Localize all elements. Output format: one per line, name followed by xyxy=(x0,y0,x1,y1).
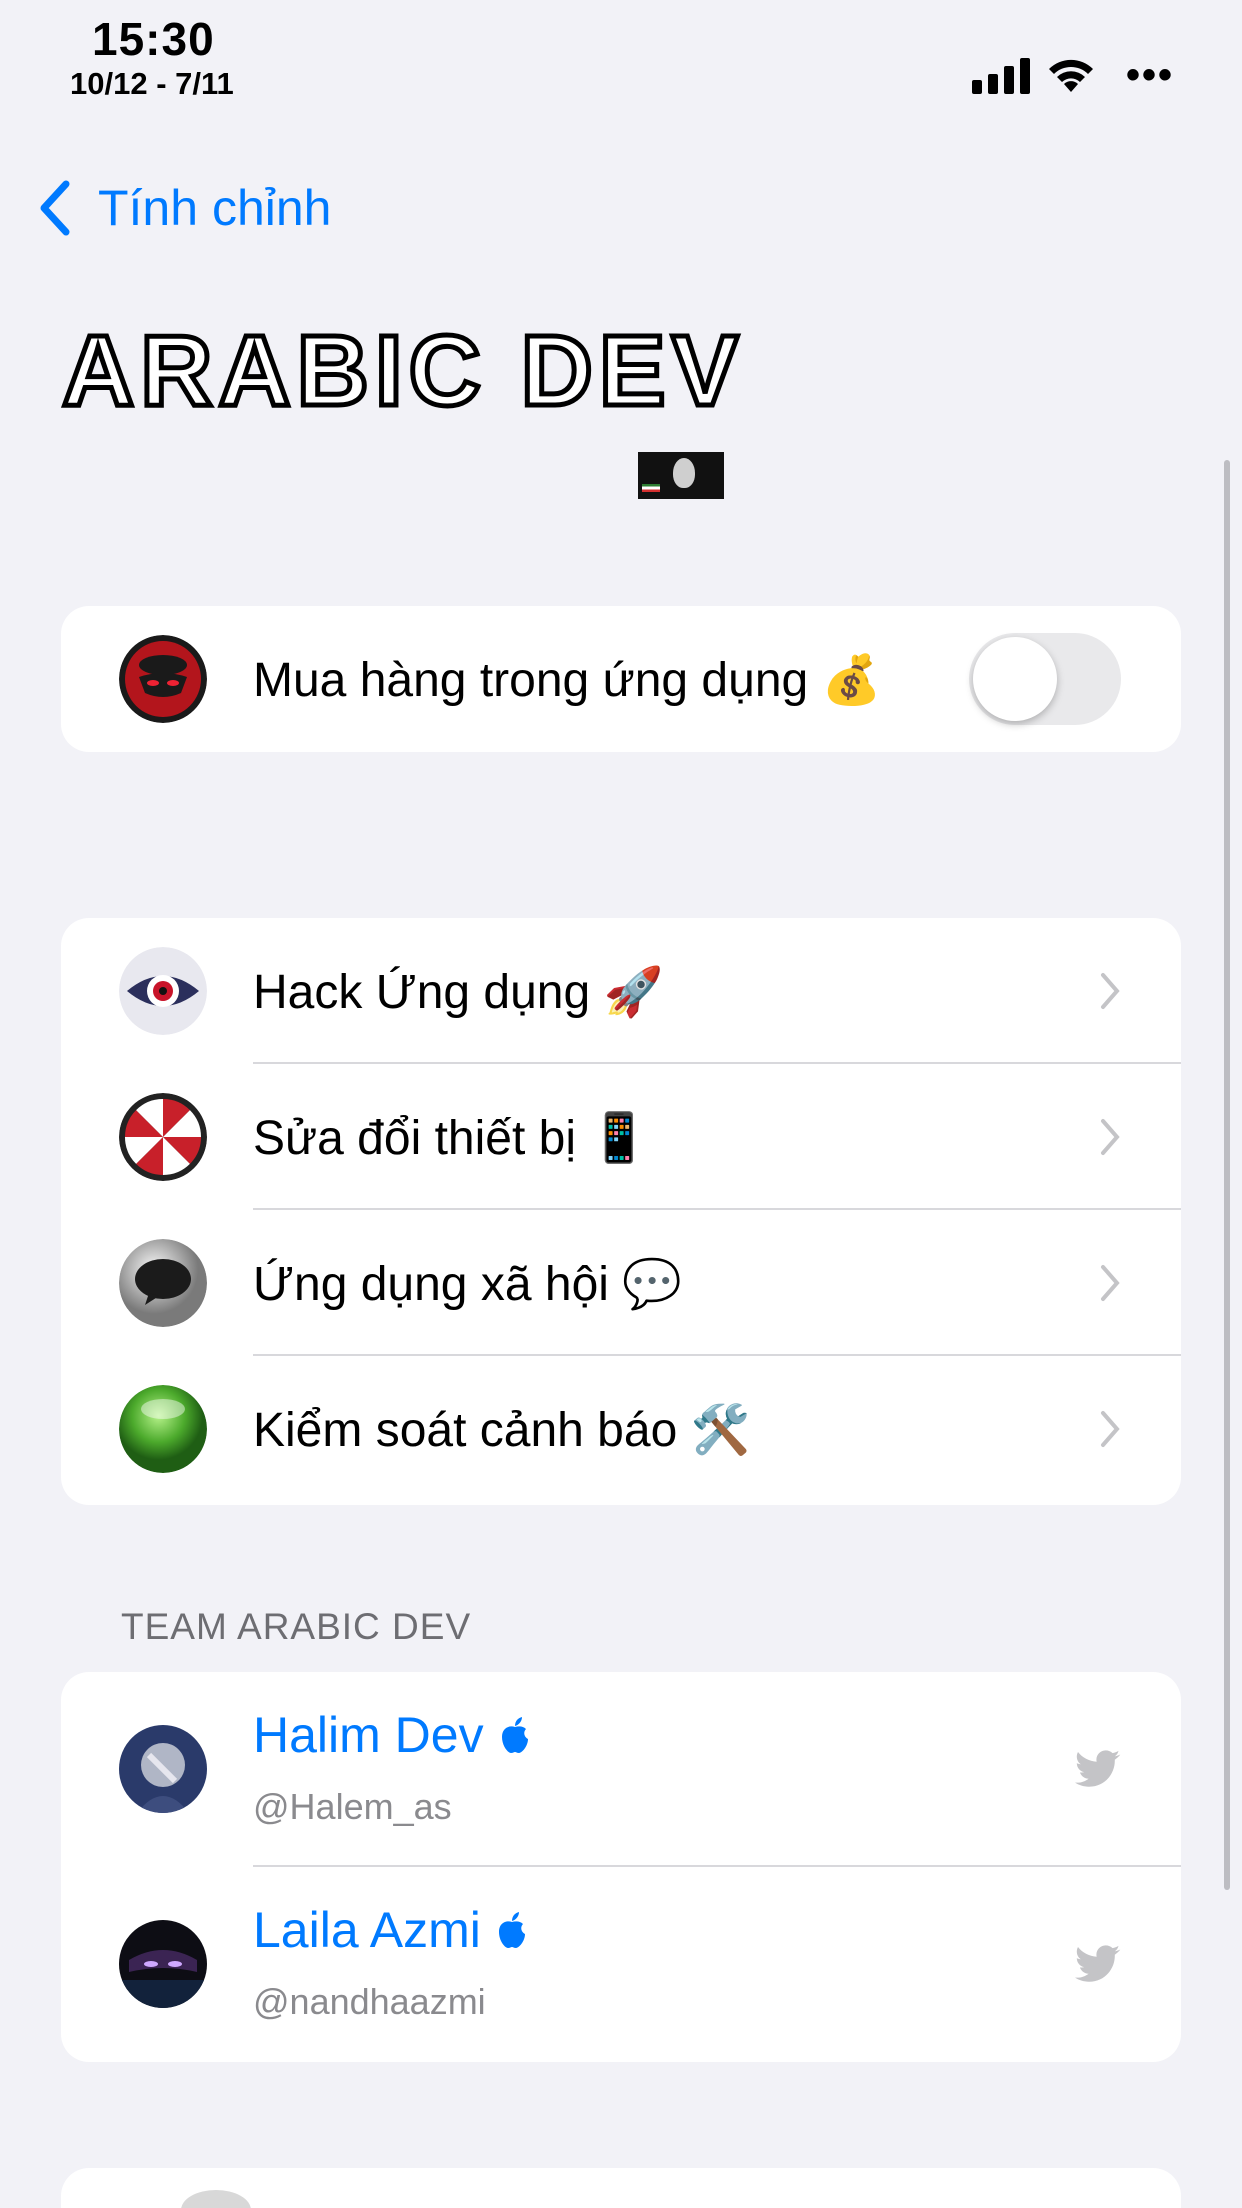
hacker-icon xyxy=(119,635,207,723)
purchase-row: Mua hàng trong ứng dụng 💰 xyxy=(61,606,1181,752)
toggle-knob xyxy=(973,637,1057,721)
team-member-name[interactable]: Halim Dev xyxy=(253,1706,532,1764)
team-card: Halim Dev @Halem_as Laila Azmi @nandhaaz… xyxy=(61,1672,1181,2062)
member-name-text: Halim Dev xyxy=(253,1707,484,1763)
menu-item-label: Kiểm soát cảnh báo 🛠️ xyxy=(253,1403,751,1457)
avatar xyxy=(119,1725,207,1813)
chevron-right-icon xyxy=(1101,973,1120,1009)
mask-face-icon xyxy=(673,458,695,488)
team-member-handle: @Halem_as xyxy=(253,1786,452,1827)
chat-bubble-icon xyxy=(119,1239,207,1327)
apple-logo-icon xyxy=(501,1717,528,1753)
eye-icon xyxy=(119,947,207,1035)
chevron-left-icon xyxy=(40,180,70,236)
menu-item-label: Hack Ứng dụng 🚀 xyxy=(253,965,664,1019)
banner-image xyxy=(638,452,724,499)
menu-item-label: Sửa đổi thiết bị 📱 xyxy=(253,1111,650,1165)
back-label: Tính chỉnh xyxy=(98,180,332,236)
page-title: ARABIC DEV xyxy=(59,314,745,429)
menu-item-hack-apps[interactable]: Hack Ứng dụng 🚀 xyxy=(61,918,1181,1064)
team-section-header: TEAM ARABIC DEV xyxy=(121,1606,472,1647)
menu-item-label: Ứng dụng xã hội 💬 xyxy=(253,1257,683,1311)
status-time: 15:30 xyxy=(92,13,215,65)
apple-logo-icon xyxy=(498,1912,525,1948)
back-button[interactable]: Tính chỉnh xyxy=(36,178,331,238)
team-member-row[interactable]: Halim Dev @Halem_as xyxy=(61,1672,1181,1867)
team-member-handle: @nandhaazmi xyxy=(253,1981,486,2022)
menu-card: Hack Ứng dụng 🚀 Sửa đổi thiết bị 📱 Ứng d… xyxy=(61,918,1181,1505)
team-member-name[interactable]: Laila Azmi xyxy=(253,1901,529,1959)
menu-item-modify-device[interactable]: Sửa đổi thiết bị 📱 xyxy=(61,1064,1181,1210)
menu-item-social-apps[interactable]: Ứng dụng xã hội 💬 xyxy=(61,1210,1181,1356)
scrollbar[interactable] xyxy=(1224,460,1230,1890)
avatar xyxy=(119,1920,207,2008)
chevron-right-icon xyxy=(1101,1265,1120,1301)
next-card xyxy=(61,2168,1181,2208)
team-member-row[interactable]: Laila Azmi @nandhaazmi xyxy=(61,1867,1181,2062)
twitter-icon[interactable] xyxy=(1075,1945,1123,1985)
menu-item-alert-control[interactable]: Kiểm soát cảnh báo 🛠️ xyxy=(61,1356,1181,1502)
chevron-right-icon xyxy=(1101,1411,1120,1447)
umbrella-icon xyxy=(119,1093,207,1181)
twitter-icon[interactable] xyxy=(1075,1750,1123,1790)
purchase-label: Mua hàng trong ứng dụng 💰 xyxy=(253,653,882,707)
member-name-text: Laila Azmi xyxy=(253,1902,481,1958)
more-icon: ••• xyxy=(1126,53,1175,97)
cellular-signal-icon xyxy=(972,58,1030,94)
purchase-card: Mua hàng trong ứng dụng 💰 xyxy=(61,606,1181,752)
status-date: 10/12 - 7/11 xyxy=(70,66,234,101)
wifi-icon xyxy=(1049,59,1093,92)
flag-icon xyxy=(642,484,660,492)
purchase-toggle[interactable] xyxy=(969,633,1121,725)
green-orb-icon xyxy=(119,1385,207,1473)
avatar xyxy=(181,2190,251,2208)
chevron-right-icon xyxy=(1101,1119,1120,1155)
